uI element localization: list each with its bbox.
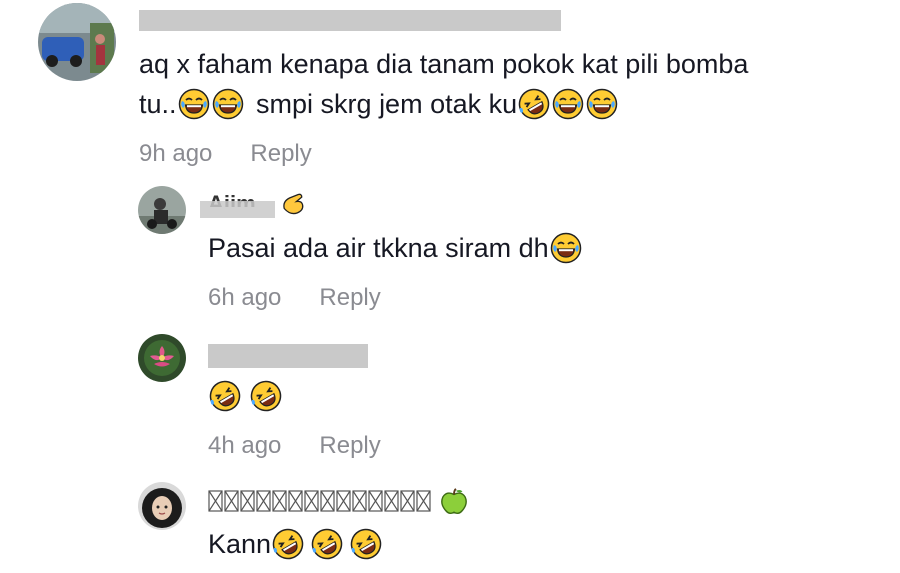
avatar[interactable] — [138, 334, 186, 382]
rolling-on-floor-laughing-icon — [311, 528, 343, 560]
reply-button[interactable]: Reply — [319, 432, 380, 459]
face-with-tears-of-joy-icon — [552, 88, 584, 120]
comment-meta: 4h ago Reply — [208, 432, 381, 460]
comment-text — [208, 376, 283, 416]
avatar-image — [138, 482, 186, 530]
rolling-on-floor-laughing-icon — [272, 528, 304, 560]
avatar[interactable] — [138, 482, 186, 530]
reply-button[interactable]: Reply — [319, 284, 380, 311]
green-apple-icon — [439, 486, 469, 516]
comment-text: aq x faham kenapa dia tanam pokok kat pi… — [139, 49, 749, 79]
comment-meta: 9h ago Reply — [139, 140, 312, 168]
avatar-image — [138, 186, 186, 234]
comment-text-line2: tu.. smpi skrg jem otak ku — [139, 84, 619, 124]
comment-meta: 6h ago Reply — [208, 284, 381, 312]
avatar[interactable] — [138, 186, 186, 234]
comment-text: Pasai ada air tkkna siram dh — [208, 228, 583, 268]
timestamp: 6h ago — [208, 284, 282, 311]
avatar-image — [38, 3, 116, 81]
username-boxes[interactable] — [208, 488, 440, 514]
timestamp: 9h ago — [139, 140, 213, 167]
avatar-image — [138, 334, 186, 382]
username-redacted — [200, 201, 275, 218]
rolling-on-floor-laughing-icon — [250, 380, 282, 412]
timestamp: 4h ago — [208, 432, 282, 459]
unsupported-glyph-boxes — [208, 490, 431, 512]
username-redacted[interactable] — [208, 344, 368, 368]
face-with-tears-of-joy-icon — [178, 88, 210, 120]
face-with-tears-of-joy-icon — [550, 232, 582, 264]
face-with-tears-of-joy-icon — [212, 88, 244, 120]
comment-text: Kann — [208, 524, 383, 564]
rolling-on-floor-laughing-icon — [518, 88, 550, 120]
rolling-on-floor-laughing-icon — [209, 380, 241, 412]
username-redacted[interactable] — [139, 10, 561, 31]
rolling-on-floor-laughing-icon — [350, 528, 382, 560]
pinching-hand-icon — [279, 191, 307, 219]
reply-button[interactable]: Reply — [250, 140, 311, 167]
face-with-tears-of-joy-icon — [586, 88, 618, 120]
avatar[interactable] — [38, 3, 116, 81]
